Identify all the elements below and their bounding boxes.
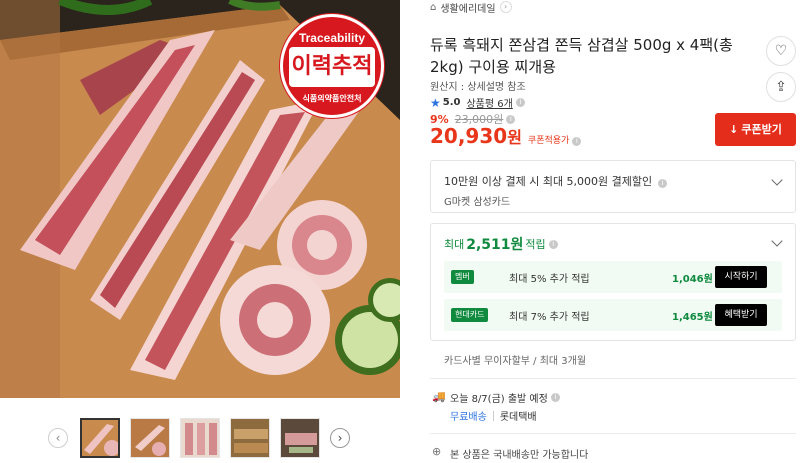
breadcrumb[interactable]: ⌂ 생활에리데일 › [430, 0, 512, 15]
start-membership-button[interactable]: 시작하기 [715, 266, 767, 288]
home-icon: ⌂ [430, 1, 437, 13]
product-main-image[interactable]: Traceability 이력추적 식품의약품안전처 [0, 0, 400, 398]
info-icon[interactable]: i [548, 239, 558, 249]
share-button[interactable]: ⇪ [766, 72, 796, 102]
thumbnail-3[interactable] [180, 418, 220, 458]
card-name: G마켓 삼성카드 [444, 197, 511, 208]
rewards-amount: 2,511원 [466, 237, 524, 253]
reward-amount: 1,046원 [672, 274, 713, 285]
globe-icon: ⊕ [432, 445, 442, 458]
reward-amount: 1,465원 [672, 312, 713, 323]
thumbnail-strip: ‹ › [0, 398, 400, 463]
separator [492, 410, 494, 421]
thumbnail-4[interactable] [230, 418, 270, 458]
thumbnail-2[interactable] [130, 418, 170, 458]
thumbnail-image [281, 419, 319, 457]
info-icon[interactable]: i [550, 393, 560, 402]
info-icon[interactable]: i [515, 98, 525, 107]
card-discount-text: 10만원 이상 결제 시 최대 5,000원 결제할인 i [444, 173, 668, 189]
download-icon: ↓ [729, 123, 739, 136]
delivery-eta: 오늘 8/7(금) 출발 예정 i [450, 390, 560, 405]
thumbnail-1[interactable] [80, 418, 120, 458]
thumbnail-image [181, 419, 219, 457]
sale-price: 20,930 [430, 124, 508, 148]
badge-top-text: Traceability [298, 31, 366, 45]
card-discount-panel[interactable]: 10만원 이상 결제 시 최대 5,000원 결제할인 i G마켓 삼성카드 [430, 160, 796, 213]
thumbnail-image [231, 419, 269, 457]
thumbnail-5[interactable] [280, 418, 320, 458]
reviews-link[interactable]: 상품평 6개 [466, 95, 512, 110]
origin-text: 원산지 : 상세설명 참조 [430, 82, 526, 93]
truck-icon: 🚚 [432, 390, 446, 403]
product-info-panel: ⌂ 생활에리데일 › 듀록 흑돼지 쫀삼겹 쫀득 삼겹살 500g x 4팩(총… [400, 0, 800, 463]
price-row: 20,930 원 쿠폰적용가 i [430, 124, 582, 148]
reward-item: 현대카드 최대 7% 추가 적립 1,465원 혜택받기 [444, 299, 782, 331]
shipping-row: 무료배송 롯데택배 [450, 408, 537, 423]
hyundai-card-badge: 현대카드 [451, 308, 489, 322]
reward-item: 멤버 최대 5% 추가 적립 1,046원 시작하기 [444, 261, 782, 293]
chevron-right-icon: › [499, 1, 512, 13]
free-shipping-label: 무료배송 [450, 412, 487, 423]
reward-text: 최대 5% 추가 적립 [509, 274, 590, 285]
divider [430, 378, 796, 379]
product-title: 듀록 흑돼지 쫀삼겹 쫀득 삼겹살 500g x 4팩(총 2kg) 구이용 찌… [430, 36, 733, 76]
traceability-badge: Traceability 이력추적 식품의약품안전처 [280, 14, 384, 118]
gallery-next-button[interactable]: › [330, 428, 350, 448]
card-discount-label: 10만원 이상 결제 시 최대 5,000원 결제할인 [444, 175, 653, 188]
thumbnail-image [131, 419, 169, 457]
coupon-button-label: 쿠폰받기 [741, 123, 782, 136]
membership-badge: 멤버 [451, 270, 474, 284]
info-icon[interactable]: i [658, 179, 668, 188]
info-icon[interactable]: i [506, 114, 516, 124]
rewards-header[interactable]: 최대 2,511원 적립 i [444, 234, 558, 254]
rating-score: 5.0 [442, 97, 461, 108]
delivery-eta-text: 오늘 8/7(금) 출발 예정 [450, 394, 548, 405]
installment-text: 카드사별 무이자할부 / 최대 3개월 [444, 356, 587, 367]
price-unit: 원 [507, 128, 522, 147]
share-icon: ⇪ [775, 79, 787, 95]
badge-main-text: 이력추적 [289, 47, 375, 87]
get-benefit-button[interactable]: 혜택받기 [715, 304, 767, 326]
heart-icon: ♡ [774, 43, 788, 59]
rewards-suffix: 적립 [525, 238, 546, 251]
favorite-button[interactable]: ♡ [766, 36, 796, 66]
rating-row: ★ 5.0 상품평 6개 i [430, 95, 525, 110]
gallery-prev-button[interactable]: ‹ [48, 428, 68, 448]
domestic-shipping-notice: 본 상품은 국내배송만 가능합니다 [450, 450, 589, 461]
badge-bottom-text: 식품의약품안전처 [302, 94, 362, 103]
store-name-link[interactable]: 생활에리데일 [440, 0, 495, 15]
star-icon: ★ [430, 95, 441, 110]
reward-text: 최대 7% 추가 적립 [509, 312, 590, 323]
divider [430, 433, 796, 434]
chevron-down-icon[interactable] [771, 174, 783, 186]
info-icon[interactable]: i [572, 137, 582, 146]
rewards-panel: 최대 2,511원 적립 i 멤버 최대 5% 추가 적립 1,046원 시작하… [430, 223, 796, 341]
get-coupon-button[interactable]: ↓ 쿠폰받기 [715, 113, 796, 146]
rewards-prefix: 최대 [444, 238, 465, 251]
coupon-price-note: 쿠폰적용가 [527, 136, 570, 146]
courier-name: 롯데택배 [499, 412, 537, 423]
chevron-down-icon[interactable] [771, 235, 783, 247]
thumbnail-image [82, 420, 118, 456]
